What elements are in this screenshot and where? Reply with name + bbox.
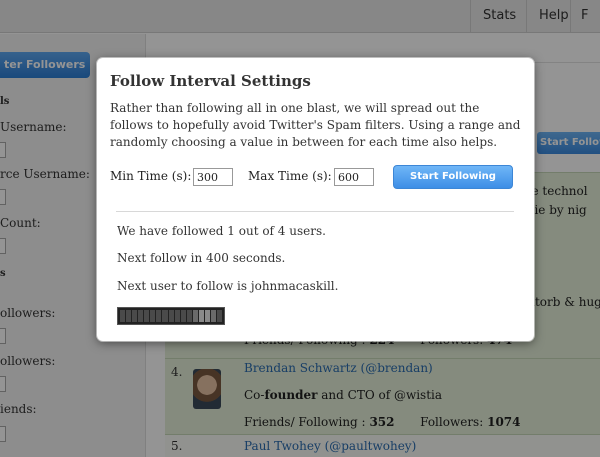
progress-segment: [168, 310, 174, 322]
min-time-label: Min Time (s):: [110, 169, 192, 183]
progress-segment: [192, 310, 198, 322]
max-time-label: Max Time (s):: [248, 169, 332, 183]
start-following-button[interactable]: Start Following: [393, 165, 513, 189]
modal-divider: [116, 211, 514, 212]
progress-segment: [180, 310, 186, 322]
progress-segment: [138, 310, 144, 322]
progress-segment: [120, 310, 126, 322]
progress-segment: [186, 310, 192, 322]
progress-segment: [126, 310, 132, 322]
modal-title: Follow Interval Settings: [110, 72, 311, 90]
progress-segment: [132, 310, 138, 322]
status-next-user: Next user to follow is johnmacaskill.: [117, 279, 339, 293]
status-next-follow-time: Next follow in 400 seconds.: [117, 251, 286, 265]
progress-segment: [162, 310, 168, 322]
progress-segment: [144, 310, 150, 322]
progress-segment: [174, 310, 180, 322]
progress-segment: [204, 310, 210, 322]
status-followed-count: We have followed 1 out of 4 users.: [117, 224, 326, 238]
follow-progress-bar: [117, 307, 225, 325]
progress-segment: [150, 310, 156, 322]
progress-segment: [210, 310, 216, 322]
max-time-input[interactable]: [334, 168, 374, 186]
progress-segment: [198, 310, 204, 322]
progress-segment: [217, 310, 223, 322]
progress-segment: [156, 310, 162, 322]
modal-description: Rather than following all in one blast, …: [110, 101, 521, 149]
min-time-input[interactable]: [193, 168, 233, 186]
follow-interval-modal: Follow Interval Settings Rather than fol…: [97, 58, 534, 341]
